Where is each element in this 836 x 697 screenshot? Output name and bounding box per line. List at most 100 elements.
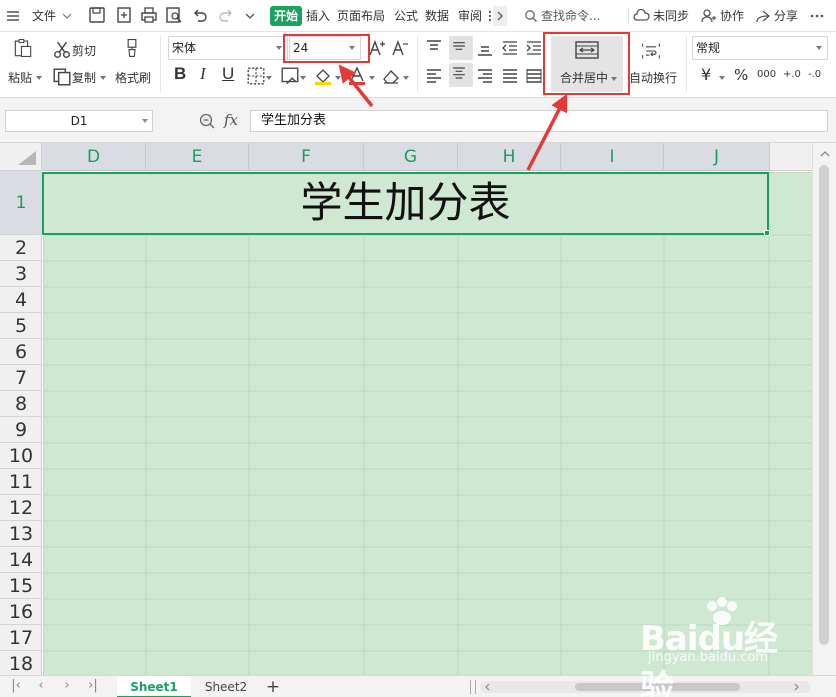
copy-button[interactable]: 复制 bbox=[72, 69, 96, 86]
copy-dropdown-icon[interactable] bbox=[100, 76, 106, 80]
column-header-f[interactable]: F bbox=[249, 143, 364, 171]
undo-icon[interactable] bbox=[191, 6, 211, 26]
align-center-icon[interactable] bbox=[449, 63, 473, 87]
borders-dropdown-icon[interactable] bbox=[266, 76, 272, 80]
align-bottom-icon[interactable] bbox=[475, 38, 495, 58]
file-menu-dropdown-icon[interactable] bbox=[62, 0, 72, 32]
collaborate-icon[interactable] bbox=[701, 0, 717, 32]
row-header-14[interactable]: 14 bbox=[0, 547, 42, 573]
tab-formulas[interactable]: 公式 bbox=[394, 0, 418, 32]
decrease-font-size-icon[interactable] bbox=[390, 38, 410, 58]
row-header-2[interactable]: 2 bbox=[0, 235, 42, 261]
cloud-sync-icon[interactable] bbox=[633, 0, 651, 32]
row-header-15[interactable]: 15 bbox=[0, 573, 42, 599]
paste-button[interactable]: 粘贴 bbox=[8, 69, 32, 86]
fill-handle[interactable] bbox=[764, 230, 770, 236]
cell-style-icon[interactable] bbox=[280, 66, 299, 85]
cut-icon[interactable] bbox=[52, 40, 70, 58]
align-right-icon[interactable] bbox=[475, 66, 495, 86]
paste-dropdown-icon[interactable] bbox=[36, 76, 42, 80]
column-header-g[interactable]: G bbox=[364, 143, 458, 171]
row-header-5[interactable]: 5 bbox=[0, 313, 42, 339]
wrap-text-icon[interactable] bbox=[641, 41, 665, 63]
percent-button[interactable]: % bbox=[734, 66, 748, 84]
increase-indent-icon[interactable] bbox=[524, 38, 544, 58]
distributed-align-icon[interactable] bbox=[524, 66, 544, 86]
row-header-18[interactable]: 18 bbox=[0, 651, 42, 675]
tab-page-layout[interactable]: 页面布局 bbox=[337, 0, 385, 32]
column-header-e[interactable]: E bbox=[146, 143, 249, 171]
increase-font-size-icon[interactable] bbox=[367, 38, 387, 58]
row-header-17[interactable]: 17 bbox=[0, 625, 42, 651]
font-color-dropdown-icon[interactable] bbox=[369, 76, 375, 80]
tab-data[interactable]: 数据 bbox=[425, 0, 449, 32]
cell-area[interactable] bbox=[43, 172, 812, 675]
horizontal-scrollbar[interactable] bbox=[480, 681, 810, 693]
name-box[interactable]: D1 bbox=[5, 110, 153, 132]
horizontal-scroll-thumb[interactable] bbox=[575, 683, 740, 691]
select-all-corner[interactable] bbox=[0, 143, 42, 171]
collaborate-button[interactable]: 协作 bbox=[720, 0, 744, 32]
number-format-select[interactable]: 常规 bbox=[692, 36, 828, 60]
borders-icon[interactable] bbox=[246, 66, 265, 85]
decrease-indent-icon[interactable] bbox=[500, 38, 520, 58]
fill-color-dropdown-icon[interactable] bbox=[335, 76, 341, 80]
scroll-right-icon[interactable] bbox=[790, 681, 802, 693]
formula-input[interactable]: 学生加分表 bbox=[250, 110, 828, 132]
copy-icon[interactable] bbox=[52, 67, 71, 86]
sync-status[interactable]: 未同步 bbox=[653, 0, 689, 32]
align-top-icon[interactable] bbox=[424, 38, 444, 58]
save-icon[interactable] bbox=[88, 6, 108, 26]
format-painter-button[interactable]: 格式刷 bbox=[115, 69, 151, 86]
tab-insert[interactable]: 插入 bbox=[306, 0, 330, 32]
column-header-d[interactable]: D bbox=[42, 143, 146, 171]
format-painter-icon[interactable] bbox=[122, 38, 148, 64]
paste-icon[interactable] bbox=[13, 38, 39, 64]
sheet-tab-sheet1[interactable]: Sheet1 bbox=[117, 676, 191, 697]
command-search[interactable]: 查找命令... bbox=[520, 6, 624, 26]
row-header-4[interactable]: 4 bbox=[0, 287, 42, 313]
currency-button[interactable]: ¥ bbox=[701, 65, 711, 84]
underline-button[interactable]: U bbox=[222, 64, 234, 84]
row-header-13[interactable]: 13 bbox=[0, 521, 42, 547]
column-header-j[interactable]: J bbox=[664, 143, 770, 171]
vertical-scroll-thumb[interactable] bbox=[819, 165, 829, 645]
fill-color-icon[interactable] bbox=[313, 66, 333, 86]
row-header-7[interactable]: 7 bbox=[0, 365, 42, 391]
italic-button[interactable]: I bbox=[200, 64, 206, 84]
tabs-scroll-right-icon[interactable] bbox=[493, 0, 507, 32]
tab-splitter-handle[interactable] bbox=[470, 680, 476, 694]
row-header-8[interactable]: 8 bbox=[0, 391, 42, 417]
tab-home[interactable]: 开始 bbox=[270, 6, 302, 26]
wrap-text-button[interactable]: 自动换行 bbox=[629, 69, 677, 86]
row-header-6[interactable]: 6 bbox=[0, 339, 42, 365]
redo-icon[interactable] bbox=[217, 6, 237, 26]
zoom-icon[interactable] bbox=[198, 112, 216, 130]
prev-sheet-icon[interactable]: ‹ bbox=[33, 678, 49, 694]
cut-button[interactable]: 剪切 bbox=[72, 42, 96, 59]
align-middle-icon[interactable] bbox=[449, 36, 473, 60]
row-header-16[interactable]: 16 bbox=[0, 599, 42, 625]
hamburger-menu-icon[interactable] bbox=[6, 0, 20, 32]
row-header-3[interactable]: 3 bbox=[0, 261, 42, 287]
font-color-icon[interactable] bbox=[347, 66, 367, 86]
vertical-scrollbar[interactable] bbox=[812, 143, 836, 675]
justify-icon[interactable] bbox=[500, 66, 520, 86]
scroll-left-icon[interactable] bbox=[482, 681, 494, 693]
next-sheet-icon[interactable]: › bbox=[59, 678, 75, 694]
file-menu[interactable]: 文件 bbox=[32, 0, 56, 32]
font-name-select[interactable]: 宋体 bbox=[168, 36, 288, 60]
export-icon[interactable] bbox=[115, 6, 135, 26]
row-header-11[interactable]: 11 bbox=[0, 469, 42, 495]
more-options-icon[interactable] bbox=[810, 0, 824, 32]
last-sheet-icon[interactable]: ›| bbox=[85, 678, 101, 694]
scroll-up-icon[interactable] bbox=[813, 147, 836, 161]
currency-dropdown-icon[interactable] bbox=[719, 76, 725, 80]
print-preview-icon[interactable] bbox=[165, 6, 185, 26]
add-sheet-button[interactable]: + bbox=[262, 676, 284, 697]
row-header-1[interactable]: 1 bbox=[0, 171, 42, 235]
column-header-h[interactable]: H bbox=[458, 143, 561, 171]
increase-decimal-button[interactable]: +.0 bbox=[783, 69, 801, 80]
bold-button[interactable]: B bbox=[174, 64, 186, 84]
decrease-decimal-button[interactable]: -.0 bbox=[808, 69, 821, 80]
